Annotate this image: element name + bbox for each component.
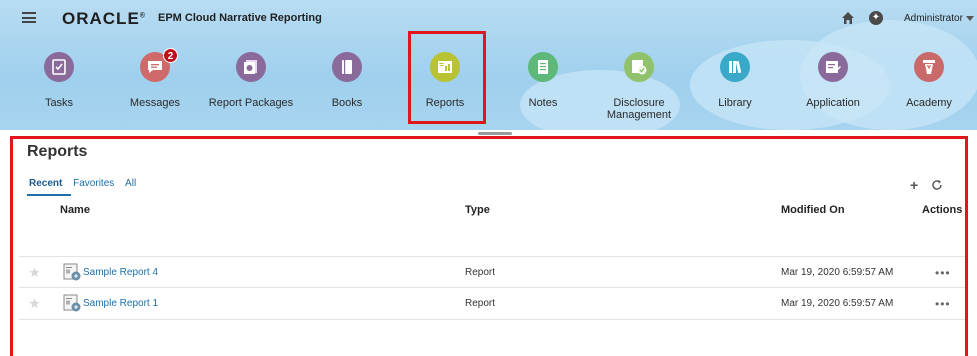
nav-item-report-packages[interactable]: Report Packages <box>206 50 296 126</box>
active-tab-indicator <box>27 194 71 196</box>
nav-item-disclosure-management[interactable]: Disclosure Management <box>594 50 684 126</box>
nav-item-notes[interactable]: Notes <box>498 50 588 126</box>
nav-item-messages[interactable]: 2 Messages <box>110 48 200 126</box>
nav-label: Library <box>718 97 752 109</box>
app-title: EPM Cloud Narrative Reporting <box>158 12 322 24</box>
nav-label: Messages <box>129 97 181 109</box>
add-icon[interactable]: + <box>910 178 918 192</box>
oracle-logo: ORACLE® <box>62 9 146 28</box>
column-header-actions: Actions <box>922 204 963 216</box>
nav-item-academy[interactable]: Academy <box>884 50 974 126</box>
notification-badge: 2 <box>163 48 178 63</box>
tab-bar: Recent Favorites All <box>29 178 144 189</box>
reports-panel: Reports Recent Favorites All + Name Type… <box>10 136 968 356</box>
tab-recent[interactable]: Recent <box>29 178 62 189</box>
chevron-down-icon <box>965 15 974 21</box>
nav-label: Tasks <box>44 97 74 109</box>
tasks-icon <box>44 52 74 82</box>
report-type: Report <box>465 298 496 309</box>
books-icon <box>332 52 362 82</box>
table-row[interactable]: Sample Report 4 Report Mar 19, 2020 6:59… <box>19 256 965 288</box>
refresh-icon[interactable] <box>931 179 943 191</box>
notes-icon <box>528 52 558 82</box>
report-name-link[interactable]: Sample Report 1 <box>83 298 158 309</box>
favorite-star-icon[interactable] <box>29 298 40 309</box>
report-document-icon <box>63 263 81 281</box>
actions-menu-icon[interactable]: ••• <box>935 297 951 311</box>
column-header-name[interactable]: Name <box>60 204 90 216</box>
accessibility-icon[interactable]: ✦ <box>869 11 883 25</box>
report-document-icon <box>63 294 81 312</box>
column-header-modified[interactable]: Modified On <box>781 204 845 216</box>
user-name: Administrator <box>904 13 963 24</box>
academy-icon <box>914 52 944 82</box>
library-icon <box>720 52 750 82</box>
nav-item-application[interactable]: Application <box>788 50 878 126</box>
nav-label: Application <box>806 97 860 109</box>
nav-item-library[interactable]: Library <box>690 50 780 126</box>
table-row[interactable]: Sample Report 1 Report Mar 19, 2020 6:59… <box>19 288 965 320</box>
report-type: Report <box>465 267 496 278</box>
report-packages-icon <box>236 52 266 82</box>
header-banner: ORACLE® EPM Cloud Narrative Reporting ✦ … <box>0 0 977 130</box>
nav-item-tasks[interactable]: Tasks <box>14 50 104 126</box>
favorite-star-icon[interactable] <box>29 267 40 278</box>
hamburger-menu-icon[interactable] <box>22 12 36 23</box>
column-header-type[interactable]: Type <box>465 204 490 216</box>
nav-label: Disclosure Management <box>606 97 672 121</box>
report-name-link[interactable]: Sample Report 4 <box>83 267 158 278</box>
application-icon <box>818 52 848 82</box>
nav-label: Academy <box>906 97 952 109</box>
nav-label: Report Packages <box>208 97 294 109</box>
tab-all[interactable]: All <box>125 178 136 189</box>
nav-label: Books <box>331 97 363 109</box>
drag-handle[interactable] <box>478 132 512 135</box>
report-modified-on: Mar 19, 2020 6:59:57 AM <box>781 267 894 278</box>
tab-favorites[interactable]: Favorites <box>73 178 114 189</box>
disclosure-icon <box>624 52 654 82</box>
page-title: Reports <box>27 143 88 160</box>
nav-item-books[interactable]: Books <box>302 50 392 126</box>
user-menu[interactable]: Administrator <box>904 13 974 24</box>
nav-label: Notes <box>528 97 558 109</box>
report-modified-on: Mar 19, 2020 6:59:57 AM <box>781 298 894 309</box>
top-bar: ORACLE® EPM Cloud Narrative Reporting ✦ … <box>0 0 977 36</box>
reports-highlight-frame <box>408 31 486 124</box>
actions-menu-icon[interactable]: ••• <box>935 266 951 280</box>
home-icon[interactable] <box>842 12 854 24</box>
